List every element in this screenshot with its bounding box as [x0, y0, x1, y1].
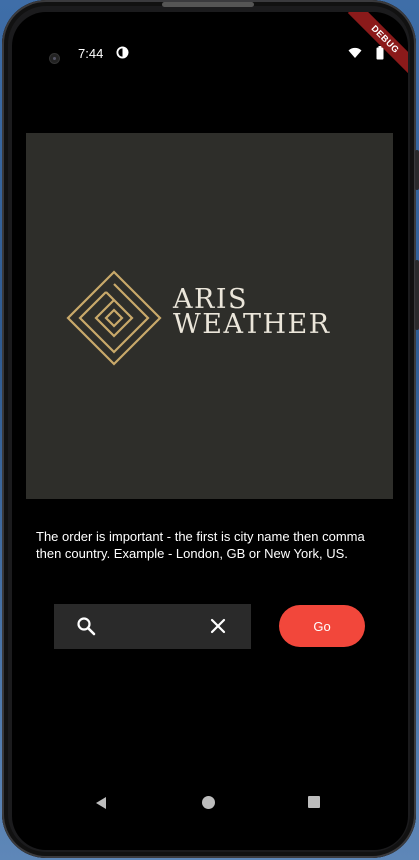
logo-wordmark: ARIS WEATHER	[173, 286, 331, 340]
volume-button	[415, 150, 419, 190]
debug-banner: DEBUG	[347, 12, 408, 77]
logo-banner: ARIS WEATHER	[26, 133, 393, 499]
status-bar: 7:44 DEBUG	[12, 12, 408, 77]
back-triangle-icon[interactable]	[94, 796, 108, 815]
power-button	[415, 260, 419, 330]
search-icon	[76, 616, 96, 636]
front-camera	[50, 54, 59, 63]
go-button[interactable]: Go	[279, 605, 365, 647]
aris-logo-icon	[66, 270, 162, 366]
wifi-icon	[348, 46, 362, 60]
phone-speaker-slot	[162, 2, 254, 7]
phone-screen: 7:44 DEBUG ARIS WEATHER The order is imp…	[12, 12, 408, 850]
status-time: 7:44	[78, 46, 104, 61]
home-circle-icon[interactable]	[202, 796, 215, 809]
system-nav-bar	[12, 782, 408, 826]
instructions-text: The order is important - the first is ci…	[36, 529, 365, 561]
city-search-input[interactable]	[106, 612, 200, 642]
phone-frame: 7:44 DEBUG ARIS WEATHER The order is imp…	[2, 0, 419, 858]
recent-square-icon[interactable]	[308, 796, 320, 808]
data-saver-icon	[116, 46, 130, 60]
search-box[interactable]	[54, 604, 251, 649]
close-icon[interactable]	[208, 616, 228, 636]
logo-line-weather: WEATHER	[173, 309, 331, 340]
